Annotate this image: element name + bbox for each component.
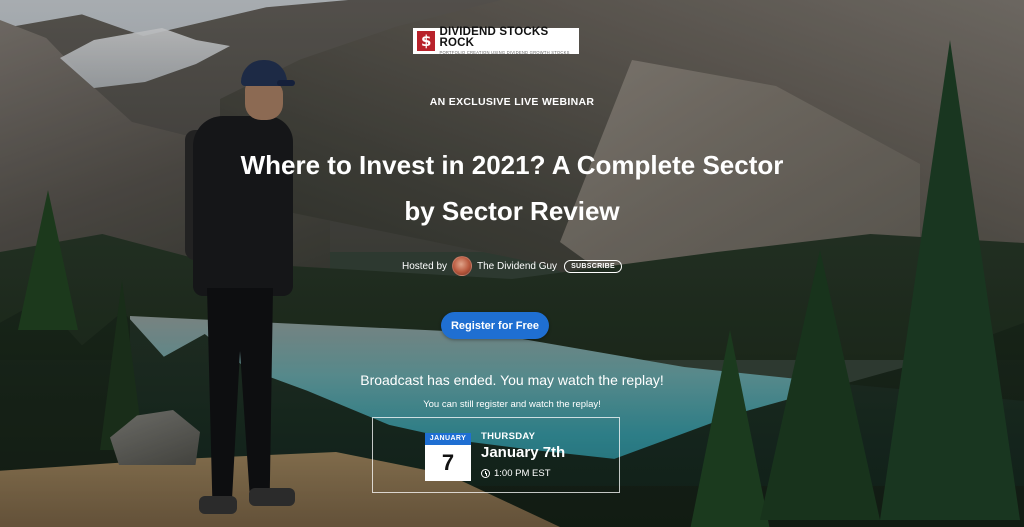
calendar-icon: JANUARY 7 (425, 433, 471, 481)
replay-register-note: You can still register and watch the rep… (423, 399, 601, 410)
register-button[interactable]: Register for Free (441, 312, 549, 339)
webinar-landing: $ DIVIDEND STOCKS ROCK PORTFOLIO CREATIO… (0, 0, 1024, 527)
event-date-card: JANUARY 7 THURSDAY January 7th 1:00 PM E… (372, 417, 620, 493)
host-name[interactable]: The Dividend Guy (477, 261, 557, 272)
logo-text: DIVIDEND STOCKS ROCK PORTFOLIO CREATION … (439, 25, 575, 55)
brand-tagline: PORTFOLIO CREATION USING DIVIDEND GROWTH… (439, 49, 570, 55)
dollar-icon: $ (417, 31, 436, 51)
event-weekday: THURSDAY (481, 431, 536, 442)
brand-name: DIVIDEND STOCKS ROCK (439, 25, 549, 50)
broadcast-ended-message: Broadcast has ended. You may watch the r… (360, 372, 664, 388)
title-line-2: by Sector Review (404, 196, 620, 226)
calendar-month: JANUARY (425, 433, 471, 445)
clock-icon (481, 469, 490, 478)
title-line-1: Where to Invest in 2021? A Complete Sect… (240, 150, 784, 180)
calendar-day: 7 (441, 450, 455, 475)
eyebrow-label: AN EXCLUSIVE LIVE WEBINAR (429, 96, 595, 108)
event-time-text: 1:00 PM EST (494, 468, 551, 479)
avatar[interactable] (452, 256, 473, 276)
event-time: 1:00 PM EST (481, 468, 551, 479)
host-row: Hosted by The Dividend Guy SUBSCRIBE (0, 256, 1024, 276)
subscribe-button[interactable]: SUBSCRIBE (564, 259, 622, 273)
page-title: Where to Invest in 2021? A Complete Sect… (150, 142, 874, 234)
host-prefix: Hosted by (401, 260, 448, 272)
brand-logo[interactable]: $ DIVIDEND STOCKS ROCK PORTFOLIO CREATIO… (413, 25, 579, 55)
event-date: January 7th (481, 444, 566, 461)
